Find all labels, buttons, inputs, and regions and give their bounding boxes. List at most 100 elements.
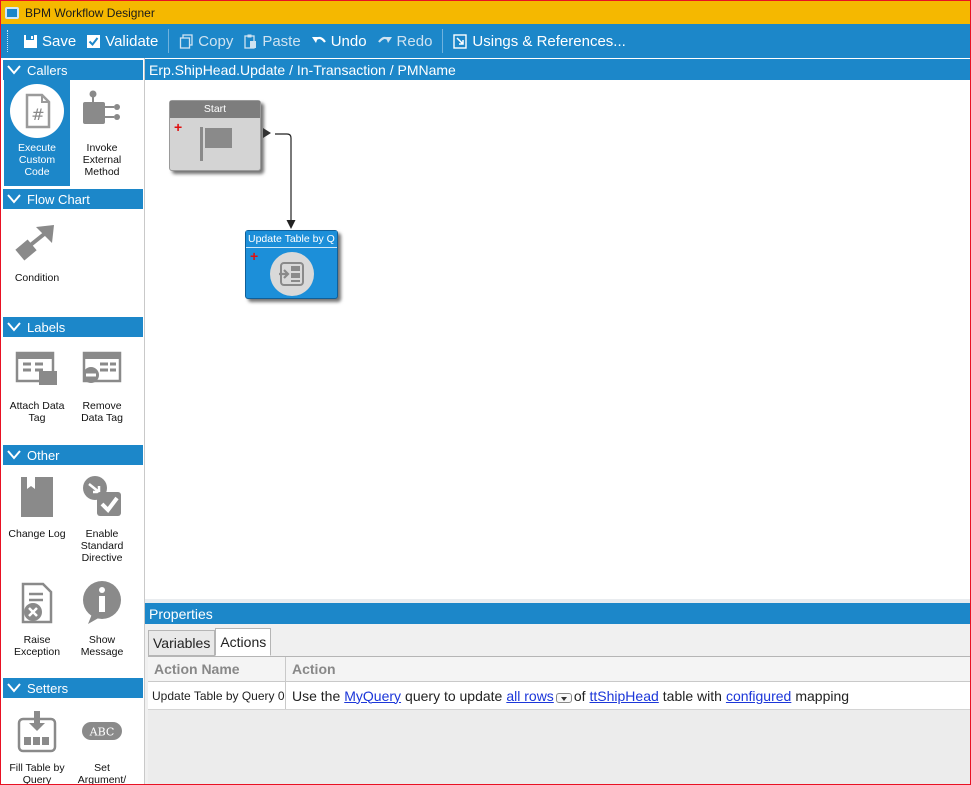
save-icon bbox=[24, 34, 37, 48]
tool-label: Attach Data Tag bbox=[9, 400, 65, 424]
tool-fill-table-by-query[interactable]: Fill Table by Query bbox=[4, 700, 70, 785]
category-labels-header[interactable]: Labels bbox=[3, 317, 143, 337]
raise-exception-icon bbox=[4, 572, 70, 634]
expand-plus-icon[interactable]: + bbox=[250, 249, 258, 263]
category-label: Callers bbox=[27, 62, 68, 78]
expand-plus-icon[interactable]: + bbox=[174, 120, 182, 134]
tool-condition[interactable]: Condition bbox=[4, 210, 70, 316]
svg-text:#: # bbox=[31, 105, 44, 124]
validate-check-icon bbox=[87, 34, 101, 48]
tool-enable-standard-directive[interactable]: Enable Standard Directive bbox=[69, 466, 135, 572]
tool-label: Condition bbox=[14, 272, 60, 284]
redo-button[interactable]: Redo bbox=[372, 28, 438, 54]
tab-actions[interactable]: Actions bbox=[215, 628, 272, 656]
action-text: table with bbox=[662, 687, 722, 704]
chevron-down-icon bbox=[7, 194, 21, 204]
category-setters-header[interactable]: Setters bbox=[3, 678, 143, 698]
category-flow-chart-header[interactable]: Flow Chart bbox=[3, 189, 143, 209]
tool-label: Set Argument/ bbox=[77, 762, 127, 785]
show-message-info-icon bbox=[69, 572, 135, 634]
copy-label: Copy bbox=[198, 32, 234, 50]
chevron-down-icon bbox=[7, 683, 21, 693]
tool-attach-data-tag[interactable]: Attach Data Tag bbox=[4, 338, 70, 444]
query-link[interactable]: MyQuery bbox=[344, 688, 401, 704]
tool-show-message[interactable]: Show Message bbox=[69, 572, 135, 678]
toolbar-grip[interactable] bbox=[7, 30, 10, 52]
tool-label: Fill Table by Query bbox=[9, 762, 65, 785]
enable-directive-icon bbox=[69, 466, 135, 528]
category-other-header[interactable]: Other bbox=[3, 445, 143, 465]
properties-header: Properties bbox=[145, 603, 970, 624]
tab-variables[interactable]: Variables bbox=[148, 630, 216, 656]
copy-icon bbox=[180, 33, 193, 49]
fill-table-icon bbox=[4, 700, 70, 762]
condition-icon bbox=[4, 210, 70, 272]
tool-label: Enable Standard Directive bbox=[80, 528, 124, 564]
tool-change-log[interactable]: Change Log bbox=[4, 466, 70, 572]
toolbar-separator bbox=[442, 29, 444, 53]
validate-label: Validate bbox=[105, 32, 159, 50]
bpm-workflow-designer-window: BPM Workflow Designer Save Validate Copy… bbox=[0, 0, 971, 785]
action-description-cell: Use the MyQuery query to update all rows… bbox=[286, 682, 849, 709]
node-title: Start bbox=[170, 101, 260, 118]
tool-label: Change Log bbox=[8, 528, 66, 540]
action-text: query to update bbox=[405, 687, 503, 704]
output-port-arrow-icon[interactable] bbox=[262, 127, 272, 139]
validate-button[interactable]: Validate bbox=[81, 28, 163, 54]
chevron-down-icon bbox=[7, 322, 21, 332]
category-label: Flow Chart bbox=[27, 191, 90, 207]
column-header-action-name[interactable]: Action Name bbox=[148, 657, 286, 681]
connector-layer bbox=[275, 133, 296, 229]
connector-arrowhead bbox=[286, 220, 296, 229]
category-label: Other bbox=[27, 447, 60, 463]
toolbar-separator bbox=[168, 29, 170, 53]
paste-icon bbox=[244, 34, 257, 49]
tool-label: Remove Data Tag bbox=[81, 400, 123, 424]
tool-execute-custom-code[interactable]: # Execute Custom Code bbox=[4, 80, 70, 186]
copy-button[interactable]: Copy bbox=[174, 28, 238, 54]
remove-data-tag-icon bbox=[69, 338, 135, 400]
action-text: mapping bbox=[795, 687, 850, 704]
save-button[interactable]: Save bbox=[18, 28, 81, 54]
mapping-link[interactable]: configured bbox=[726, 688, 791, 704]
category-label: Labels bbox=[27, 319, 66, 335]
tool-label: Show Message bbox=[80, 634, 124, 658]
update-table-by-query-node[interactable]: Update Table by Q + bbox=[245, 230, 338, 299]
rows-dropdown-icon[interactable] bbox=[555, 692, 572, 703]
tool-label: Invoke External Method bbox=[82, 142, 122, 178]
connector-arrow bbox=[275, 133, 292, 222]
redo-label: Redo bbox=[396, 32, 433, 50]
properties-tabs: Variables Actions bbox=[148, 628, 272, 656]
undo-button[interactable]: Undo bbox=[306, 28, 372, 54]
node-title: Update Table by Q bbox=[246, 231, 337, 248]
column-header-action[interactable]: Action bbox=[286, 657, 336, 681]
tool-label: Execute Custom Code bbox=[18, 142, 56, 178]
change-log-icon bbox=[4, 466, 70, 528]
category-label: Setters bbox=[27, 680, 69, 696]
all-rows-link[interactable]: all rows bbox=[506, 688, 553, 704]
tool-raise-exception[interactable]: Raise Exception bbox=[4, 572, 70, 678]
tool-remove-data-tag[interactable]: Remove Data Tag bbox=[69, 338, 135, 444]
breadcrumb: Erp.ShipHead.Update / In-Transaction / P… bbox=[145, 59, 970, 80]
table-row[interactable]: Update Table by Query 0 Use the MyQuery … bbox=[148, 682, 970, 710]
external-method-icon bbox=[69, 80, 135, 142]
workflow-canvas[interactable]: Start + Update Table by Q + bbox=[145, 80, 970, 599]
action-name-cell: Update Table by Query 0 bbox=[148, 682, 286, 709]
table-link[interactable]: ttShipHead bbox=[590, 688, 659, 704]
paste-button[interactable]: Paste bbox=[238, 28, 305, 54]
save-label: Save bbox=[42, 32, 77, 50]
toolbar: Save Validate Copy Paste Undo Redo Using… bbox=[1, 24, 970, 58]
tool-label: Raise Exception bbox=[13, 634, 61, 658]
paste-label: Paste bbox=[262, 32, 301, 50]
flag-icon bbox=[200, 127, 232, 161]
attach-data-tag-icon bbox=[4, 338, 70, 400]
tool-invoke-external-method[interactable]: Invoke External Method bbox=[69, 80, 135, 186]
usings-references-button[interactable]: Usings & References... bbox=[448, 28, 630, 54]
usings-references-icon bbox=[453, 33, 468, 49]
svg-text:ABC: ABC bbox=[89, 726, 115, 739]
tool-set-argument[interactable]: ABC Set Argument/ bbox=[69, 700, 135, 785]
breadcrumb-text: Erp.ShipHead.Update / In-Transaction / P… bbox=[149, 61, 456, 78]
start-node[interactable]: Start + bbox=[169, 100, 271, 171]
category-callers-header[interactable]: Callers bbox=[3, 60, 143, 80]
set-argument-abc-icon: ABC bbox=[69, 700, 135, 762]
